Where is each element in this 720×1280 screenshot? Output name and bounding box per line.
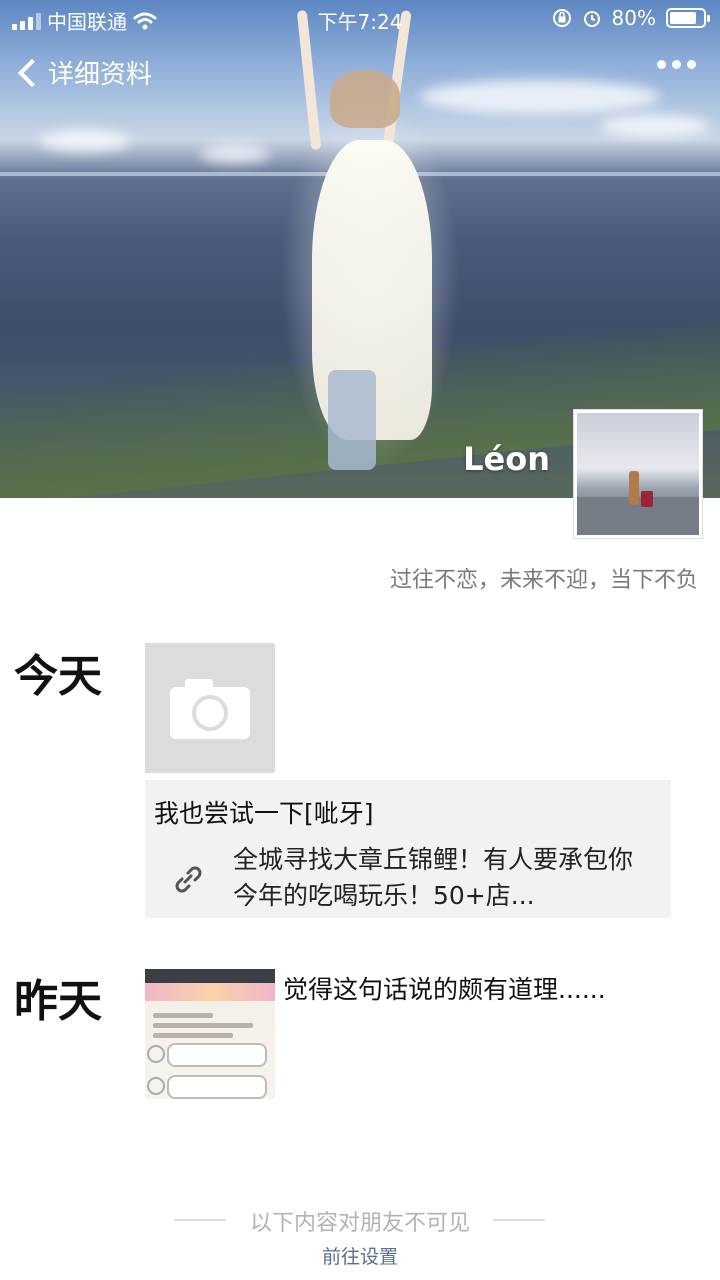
link-icon bbox=[175, 866, 202, 893]
moment-post-shared-link[interactable]: 我也尝试一下[呲牙] 全城寻找大章丘锦鲤！有人要承包你今年的吃喝玩乐！50+店.… bbox=[145, 780, 671, 918]
profile-signature: 过往不恋，未来不迎，当下不负 bbox=[389, 568, 698, 593]
chevron-left-icon bbox=[17, 58, 47, 87]
profile-name: Léon bbox=[463, 440, 550, 478]
back-label: 详细资料 bbox=[48, 60, 153, 90]
shared-link-title: 全城寻找大章丘锦鲤！有人要承包你今年的吃喝玩乐！50+店... bbox=[233, 845, 634, 910]
battery-icon bbox=[666, 8, 710, 28]
alarm-icon bbox=[583, 11, 600, 27]
post-text: 我也尝试一下[呲牙] bbox=[154, 799, 374, 828]
orientation-lock-icon bbox=[552, 9, 571, 27]
moment-caption: 觉得这句话说的颇有道理...... bbox=[283, 975, 606, 1004]
privacy-note: 以下内容对朋友不可见 bbox=[249, 1211, 470, 1236]
battery-percent: 80% bbox=[611, 6, 656, 30]
settings-link[interactable]: 前往设置 bbox=[0, 1242, 720, 1269]
more-dots-icon bbox=[657, 60, 666, 69]
status-bar: 中国联通 下午7:24 80% bbox=[0, 0, 720, 40]
day-label-yesterday: 昨天 bbox=[14, 976, 102, 1027]
avatar[interactable] bbox=[573, 409, 703, 539]
top-nav: 详细资料 bbox=[0, 50, 720, 100]
day-label-today: 今天 bbox=[14, 651, 102, 702]
moment-image-thumbnail[interactable] bbox=[145, 969, 275, 1099]
back-button[interactable]: 详细资料 bbox=[14, 54, 152, 91]
post-photo-button[interactable] bbox=[145, 643, 275, 773]
more-button[interactable] bbox=[657, 60, 696, 69]
